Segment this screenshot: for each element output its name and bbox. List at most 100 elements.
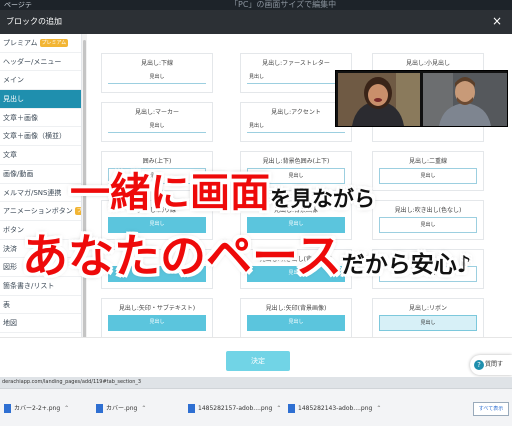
sidebar-item-label: 文章＋画像 xyxy=(3,113,38,122)
card-preview-text: 見出し xyxy=(149,319,165,325)
chevron-up-icon[interactable]: ⌃ xyxy=(141,401,146,417)
block-template-card[interactable]: 見出し:二重線 見出し xyxy=(372,151,484,191)
file-icon xyxy=(288,404,295,413)
download-item[interactable]: 1485282143-adob....png ⌃ xyxy=(288,401,381,417)
sidebar-item-label: 図形 xyxy=(3,263,17,272)
sidebar-item-label: ヘッダー/メニュー xyxy=(3,57,62,66)
sidebar-item[interactable]: アニメーションボタンプレミアム xyxy=(0,202,81,221)
download-filename: 1485282157-adob....png xyxy=(198,405,273,412)
promo-line-1-small: を見ながら xyxy=(270,187,375,211)
video-participant-man xyxy=(423,73,507,126)
card-caption: 見出し:二重線 xyxy=(408,158,448,165)
close-icon[interactable]: × xyxy=(492,14,502,28)
chat-button-label: 質問す xyxy=(485,361,504,368)
card-caption: 見出し:ファーストレター xyxy=(262,60,330,67)
promo-line-1-large: 一緒に画面 xyxy=(70,170,270,216)
card-caption: 見出し:下線 xyxy=(140,60,174,67)
card-preview: 見出し xyxy=(379,168,477,184)
card-caption: 見出し:マーカー xyxy=(134,109,180,116)
download-filename: カバー.png xyxy=(106,405,138,412)
question-icon: ? xyxy=(474,359,484,370)
card-preview-underline xyxy=(108,83,206,84)
card-preview-text: 見出し xyxy=(249,123,265,129)
decide-button[interactable]: 決定 xyxy=(226,351,290,371)
sidebar-item-label: 地図 xyxy=(3,319,17,328)
promo-text-line-1: 一緒に画面を見ながら xyxy=(70,160,375,218)
card-preview-text: 見出し xyxy=(249,74,265,80)
show-all-button[interactable]: すべて表示 xyxy=(473,402,509,416)
card-preview-text: 見出し xyxy=(420,320,436,326)
block-template-card[interactable]: 見出し:矢印・サブテキスト) 見出し xyxy=(101,298,213,338)
modal-title: ブロックの追加 xyxy=(6,17,62,26)
sidebar-item-label: 文章＋画像（横並） xyxy=(3,132,66,141)
background-page-text: 「PC」の画面サイズで編集中 xyxy=(230,0,337,9)
card-caption: 見出し:小見出し xyxy=(405,60,451,67)
card-caption: 見出し:吹き出し(色なし) xyxy=(394,207,462,214)
modal-header: ブロックの追加 × xyxy=(0,10,512,34)
download-item[interactable]: 1485282157-adob....png ⌃ xyxy=(188,401,281,417)
card-preview: 見出し xyxy=(247,70,345,86)
sidebar-item-label: 文章 xyxy=(3,151,17,160)
file-icon xyxy=(188,404,195,413)
file-icon xyxy=(4,404,11,413)
sidebar-item-label: メルマガ/SNS連携 xyxy=(3,188,62,197)
block-template-card[interactable]: 見出し:マーカー 見出し xyxy=(101,102,213,142)
block-template-card[interactable]: 見出し:矢印(背景画像) 見出し xyxy=(240,298,352,338)
card-preview-text: 見出し xyxy=(420,173,436,179)
card-preview: 見出し xyxy=(108,119,206,135)
sidebar-item-label: 見出し xyxy=(3,95,24,104)
card-caption: 見出し:矢印(背景画像) xyxy=(265,305,327,312)
card-preview: 見出し xyxy=(379,315,477,331)
sidebar-item-label: プレミアム xyxy=(3,39,38,47)
video-call-overlay xyxy=(335,70,508,127)
sidebar-item[interactable]: 文章＋画像 xyxy=(0,109,81,128)
modal-footer: 決定 xyxy=(0,337,512,377)
sidebar-item-label: アニメーションボタン xyxy=(3,207,73,216)
sidebar-item-label: メイン xyxy=(3,76,24,85)
card-preview-text: 見出し xyxy=(288,319,304,325)
chevron-up-icon[interactable]: ⌃ xyxy=(376,401,381,417)
block-template-card[interactable]: 見出し:リボン 見出し xyxy=(372,298,484,338)
card-caption: 見出し:矢印・サブテキスト) xyxy=(118,305,196,312)
browser-tab[interactable]: ページテ xyxy=(0,0,44,10)
card-preview-underline xyxy=(108,132,206,133)
sidebar-item[interactable]: 地図 xyxy=(0,314,81,333)
sidebar-item-label: ボタン xyxy=(3,225,24,234)
sidebar-item[interactable]: 画像/動画 xyxy=(0,165,81,184)
sidebar-item[interactable]: 表 xyxy=(0,296,81,315)
status-url-bar: derachiapp.com/landing_pages/add/119#tab… xyxy=(0,377,512,388)
sidebar-item[interactable]: 文章＋画像（横並） xyxy=(0,127,81,147)
sidebar-item[interactable]: 見出し xyxy=(0,90,81,109)
sidebar-item[interactable]: メイン xyxy=(0,71,81,91)
video-participant-woman xyxy=(338,73,420,126)
card-preview: 見出し xyxy=(108,315,206,331)
question-chat-button[interactable]: ? 質問す xyxy=(470,355,512,375)
sidebar-item[interactable]: メルマガ/SNS連携 xyxy=(0,184,81,203)
card-caption: 見出し:リボン xyxy=(408,305,448,312)
promo-line-2-large: あなたのペース xyxy=(22,229,342,283)
chevron-up-icon[interactable]: ⌃ xyxy=(64,401,69,417)
premium-badge: プレミアム xyxy=(39,39,69,47)
card-preview: 見出し xyxy=(108,70,206,86)
card-preview-underline xyxy=(247,83,345,84)
download-item[interactable]: カバー.png ⌃ xyxy=(96,401,146,417)
sidebar-item-label: 表 xyxy=(3,300,10,309)
card-preview: 見出し xyxy=(247,119,345,135)
card-preview-text: 見出し xyxy=(149,74,165,80)
card-preview: 見出し xyxy=(247,315,345,331)
sidebar-item-label: 画像/動画 xyxy=(3,169,34,178)
block-template-card[interactable]: 見出し:下線 見出し xyxy=(101,53,213,93)
card-preview-underline xyxy=(247,132,345,133)
promo-line-2-small: だから安心♪ xyxy=(341,252,472,278)
chevron-up-icon[interactable]: ⌃ xyxy=(276,401,281,417)
sidebar-item[interactable]: プレミアム プレミアム xyxy=(0,34,81,53)
browser-top-strip: ページテ 「PC」の画面サイズで編集中 xyxy=(0,0,512,10)
promo-text-line-2: あなたのペースだから安心♪ xyxy=(22,220,471,286)
download-item[interactable]: カバー2-2+.png ⌃ xyxy=(4,401,69,417)
sidebar-item[interactable]: 文章 xyxy=(0,146,81,165)
download-filename: カバー2-2+.png xyxy=(14,405,61,412)
file-icon xyxy=(96,404,103,413)
sidebar-item[interactable]: ヘッダー/メニュー xyxy=(0,53,81,72)
card-preview-text: 見出し xyxy=(149,123,165,129)
download-filename: 1485282143-adob....png xyxy=(298,405,373,412)
